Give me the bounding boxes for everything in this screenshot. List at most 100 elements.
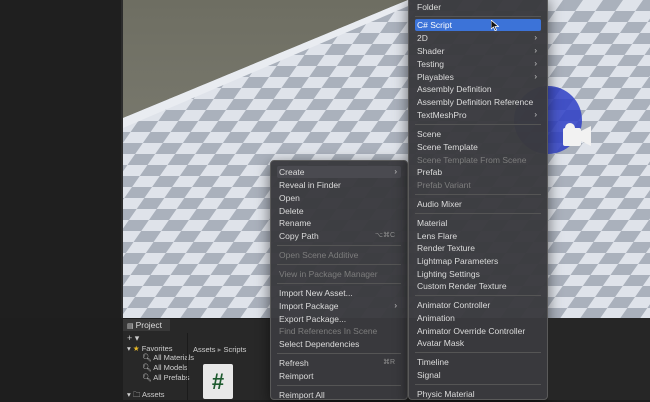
menu-separator bbox=[277, 385, 401, 386]
list-item[interactable]: 🔍︎ All Models bbox=[142, 363, 188, 372]
favorite-item-label: All Models bbox=[153, 363, 188, 372]
star-icon: ★ bbox=[132, 344, 140, 353]
menu-item-label: Refresh bbox=[279, 358, 309, 368]
menu-item-shader[interactable]: Shader › bbox=[415, 45, 541, 57]
menu-item-shortcut: ⌥⌘C bbox=[374, 232, 395, 239]
folder-icon: 🗀 bbox=[132, 390, 141, 399]
menu-item-timeline[interactable]: Timeline bbox=[415, 356, 541, 368]
menu-item-label: Audio Mixer bbox=[417, 199, 462, 209]
menu-item-reimport[interactable]: Reimport bbox=[277, 370, 401, 382]
menu-item-import-new-asset[interactable]: Import New Asset... bbox=[277, 287, 401, 299]
chevron-right-icon: › bbox=[534, 110, 537, 119]
menu-item-reimport-all[interactable]: Reimport All bbox=[277, 389, 401, 401]
menu-item-select-dependencies[interactable]: Select Dependencies bbox=[277, 338, 401, 350]
menu-item-lighting-settings[interactable]: Lighting Settings bbox=[415, 268, 541, 280]
menu-item-prefab[interactable]: Prefab bbox=[415, 166, 541, 178]
menu-item-folder[interactable]: Folder bbox=[415, 1, 541, 13]
add-button[interactable]: + ▾ bbox=[127, 333, 139, 344]
menu-item-view-in-package-manager: View in Package Manager bbox=[277, 268, 401, 280]
menu-item-animator-override-controller[interactable]: Animator Override Controller bbox=[415, 325, 541, 337]
breadcrumb-current[interactable]: Scripts bbox=[223, 345, 246, 354]
menu-item-scene-template[interactable]: Scene Template bbox=[415, 141, 541, 153]
menu-item-label: Export Package... bbox=[279, 314, 347, 324]
menu-separator bbox=[277, 353, 401, 354]
favorites-section[interactable]: ▾ ★ Favorites bbox=[127, 344, 173, 353]
menu-item-label: Prefab bbox=[417, 167, 443, 177]
menu-item-label: Reimport bbox=[279, 371, 314, 381]
assets-section[interactable]: ▾ 🗀 Assets bbox=[127, 389, 165, 402]
menu-item-label: Shader bbox=[417, 46, 445, 56]
breadcrumb-root[interactable]: Assets bbox=[193, 345, 216, 354]
menu-item-label: 2D bbox=[417, 33, 428, 43]
menu-separator bbox=[277, 283, 401, 284]
menu-item-testing[interactable]: Testing › bbox=[415, 58, 541, 70]
search-icon: 🔍︎ bbox=[142, 353, 152, 362]
menu-item-label: Animator Controller bbox=[417, 300, 491, 310]
menu-separator bbox=[415, 213, 541, 214]
menu-item-render-texture[interactable]: Render Texture bbox=[415, 242, 541, 254]
menu-item-reveal-in-finder[interactable]: Reveal in Finder bbox=[277, 179, 401, 191]
menu-item-audio-mixer[interactable]: Audio Mixer bbox=[415, 198, 541, 210]
menu-item-custom-render-texture[interactable]: Custom Render Texture bbox=[415, 280, 541, 292]
menu-item-material[interactable]: Material bbox=[415, 217, 541, 229]
list-item[interactable]: 🔍︎ All Prefabs bbox=[142, 373, 189, 382]
menu-item-scene[interactable]: Scene bbox=[415, 128, 541, 140]
menu-item-label: Copy Path bbox=[279, 231, 319, 241]
menu-item-animation[interactable]: Animation bbox=[415, 312, 541, 324]
menu-item-label: Folder bbox=[417, 2, 442, 12]
menu-item-prefab-variant: Prefab Variant bbox=[415, 179, 541, 191]
menu-item-label: Find References In Scene bbox=[279, 326, 378, 336]
menu-item-physic-material[interactable]: Physic Material bbox=[415, 388, 541, 400]
menu-item-scene-template-from-scene: Scene Template From Scene bbox=[415, 154, 541, 166]
menu-item-refresh[interactable]: Refresh ⌘R bbox=[277, 357, 401, 369]
menu-item-shortcut: ⌘R bbox=[382, 359, 395, 366]
menu-item-label: Signal bbox=[417, 370, 441, 380]
menu-item-import-package[interactable]: Import Package › bbox=[277, 300, 401, 312]
chevron-right-icon: › bbox=[534, 46, 537, 55]
menu-item-copy-path[interactable]: Copy Path ⌥⌘C bbox=[277, 230, 401, 242]
menu-item-delete[interactable]: Delete bbox=[277, 205, 401, 217]
menu-item-assembly-definition[interactable]: Assembly Definition bbox=[415, 83, 541, 95]
menu-item-label: Select Dependencies bbox=[279, 339, 360, 349]
search-icon: 🔍︎ bbox=[142, 363, 152, 372]
menu-separator bbox=[415, 295, 541, 296]
menu-item-label: Assembly Definition bbox=[417, 84, 492, 94]
menu-separator bbox=[277, 245, 401, 246]
menu-item-lightmap-parameters[interactable]: Lightmap Parameters bbox=[415, 255, 541, 267]
menu-item-textmeshpro[interactable]: TextMeshPro › bbox=[415, 109, 541, 121]
menu-item-animator-controller[interactable]: Animator Controller bbox=[415, 299, 541, 311]
menu-item-label: Lighting Settings bbox=[417, 269, 480, 279]
menu-item-signal[interactable]: Signal bbox=[415, 369, 541, 381]
menu-item-label: Testing bbox=[417, 59, 444, 69]
menu-item-label: Scene Template From Scene bbox=[417, 155, 527, 165]
menu-separator bbox=[277, 264, 401, 265]
menu-item-label: TextMeshPro bbox=[417, 110, 467, 120]
menu-item-avatar-mask[interactable]: Avatar Mask bbox=[415, 337, 541, 349]
menu-item-csharp-script[interactable]: C# Script bbox=[415, 19, 541, 31]
left-panel bbox=[0, 0, 123, 318]
csharp-script-icon[interactable]: # bbox=[203, 364, 233, 399]
search-icon: 🔍︎ bbox=[142, 373, 152, 382]
menu-item-rename[interactable]: Rename bbox=[277, 217, 401, 229]
assets-label: Assets bbox=[142, 390, 165, 399]
menu-separator bbox=[415, 384, 541, 385]
menu-item-2d[interactable]: 2D › bbox=[415, 32, 541, 44]
menu-item-playables[interactable]: Playables › bbox=[415, 71, 541, 83]
menu-item-create[interactable]: Create › bbox=[277, 166, 401, 178]
menu-item-lens-flare[interactable]: Lens Flare bbox=[415, 230, 541, 242]
menu-item-label: Delete bbox=[279, 206, 304, 216]
menu-item-find-references-in-scene: Find References In Scene bbox=[277, 325, 401, 337]
create-submenu: Folder C# Script 2D › Shader › Testing › Pl… bbox=[408, 0, 548, 400]
menu-separator bbox=[415, 194, 541, 195]
menu-item-label: Reimport All bbox=[279, 390, 325, 400]
tab-project-label: Project bbox=[135, 320, 163, 330]
menu-item-open[interactable]: Open bbox=[277, 192, 401, 204]
menu-item-label: Import New Asset... bbox=[279, 288, 353, 298]
menu-item-label: Playables bbox=[417, 72, 454, 82]
tab-project[interactable]: ▤ Project bbox=[123, 319, 171, 331]
menu-separator bbox=[415, 352, 541, 353]
menu-item-export-package[interactable]: Export Package... bbox=[277, 313, 401, 325]
menu-item-assembly-definition-reference[interactable]: Assembly Definition Reference bbox=[415, 96, 541, 108]
context-menu: Create › Reveal in Finder Open Delete Ren… bbox=[270, 160, 408, 400]
menu-item-label: View in Package Manager bbox=[279, 269, 378, 279]
